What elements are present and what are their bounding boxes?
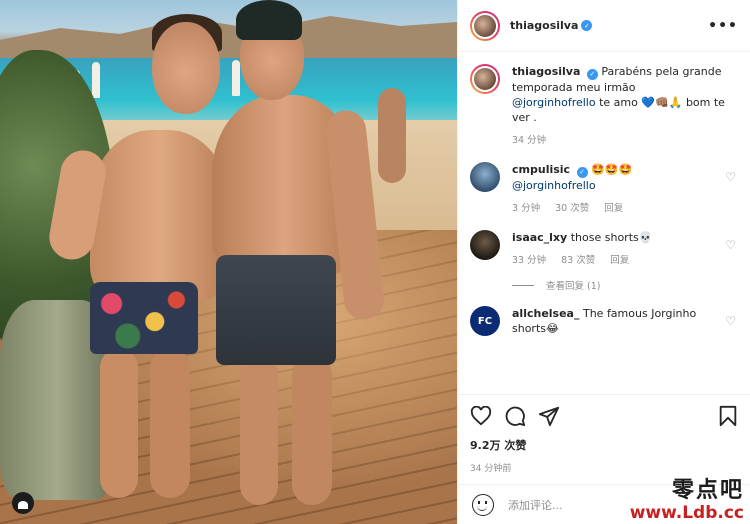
- view-replies-label[interactable]: 查看回复 (1): [546, 278, 600, 292]
- comment-time: 33 分钟: [512, 255, 547, 266]
- comment-username[interactable]: allchelsea_: [512, 307, 579, 320]
- reply-button[interactable]: 回复: [604, 203, 623, 214]
- person-right-leg: [292, 355, 332, 505]
- person-left-leg: [100, 348, 138, 498]
- likes-count[interactable]: 9.2万 次赞: [470, 437, 738, 453]
- comment: cmpulisic ✓ 🤩🤩🤩 @jorginhofrello 3 分钟 30 …: [470, 162, 736, 216]
- comment-text: those shorts💀: [570, 231, 653, 244]
- comment: FC allchelsea_ The famous Jorginho short…: [470, 306, 736, 336]
- verified-icon: ✓: [586, 69, 598, 80]
- person-left-leg: [150, 348, 190, 498]
- reply-button[interactable]: 回复: [610, 255, 629, 266]
- view-replies[interactable]: 查看回复 (1): [512, 278, 736, 292]
- tagged-user-icon[interactable]: [12, 492, 34, 514]
- heart-icon[interactable]: [470, 406, 492, 426]
- divider: [512, 284, 534, 286]
- comment-likes[interactable]: 83 次赞: [561, 255, 595, 266]
- instagram-post: thiagosilva ✓ ••• thiagosilva ✓ Parabéns…: [0, 0, 750, 524]
- watermark-logo: 零点吧: [671, 477, 744, 503]
- more-icon[interactable]: •••: [708, 18, 738, 34]
- comments-list: thiagosilva ✓ Parabéns pela grande tempo…: [458, 52, 750, 394]
- grey-shorts: [216, 255, 336, 365]
- caption-time: 34 分钟: [512, 135, 547, 146]
- watermark: 零点吧 www.Ldb.cc: [630, 472, 744, 522]
- share-icon[interactable]: [538, 405, 560, 427]
- person-left-torso: [90, 130, 230, 300]
- avatar[interactable]: [470, 230, 500, 260]
- post-photo[interactable]: [0, 0, 457, 524]
- smile-icon[interactable]: [472, 493, 494, 516]
- heart-small-icon[interactable]: ♡: [722, 162, 736, 216]
- avatar[interactable]: [470, 64, 500, 94]
- comment-time: 3 分钟: [512, 203, 541, 214]
- avatar[interactable]: [470, 162, 500, 192]
- umbrella: [92, 62, 100, 98]
- post-sidebar: thiagosilva ✓ ••• thiagosilva ✓ Parabéns…: [457, 0, 750, 524]
- floral-shorts: [90, 282, 198, 354]
- caption-username[interactable]: thiagosilva: [512, 65, 580, 78]
- comment-icon[interactable]: [504, 405, 526, 427]
- cap: [236, 0, 302, 40]
- comment-likes[interactable]: 30 次赞: [555, 203, 589, 214]
- verified-icon: ✓: [581, 20, 593, 31]
- person-left-head: [152, 22, 220, 114]
- comment-username[interactable]: isaac_lxy: [512, 231, 567, 244]
- caption-mention[interactable]: @jorginhofrello: [512, 96, 596, 109]
- background-person: [378, 88, 406, 183]
- comment: isaac_lxy those shorts💀 33 分钟 83 次赞 回复 ♡: [470, 230, 736, 268]
- post-username[interactable]: thiagosilva: [510, 19, 578, 32]
- verified-icon: ✓: [576, 167, 588, 178]
- bookmark-icon[interactable]: [718, 405, 738, 427]
- post-header: thiagosilva ✓ •••: [458, 0, 750, 52]
- avatar[interactable]: [470, 10, 500, 41]
- heart-small-icon[interactable]: ♡: [722, 306, 736, 336]
- comment-input[interactable]: 添加评论...: [508, 497, 563, 513]
- person-right-leg: [240, 355, 278, 505]
- comment-text: 🤩🤩🤩: [591, 163, 633, 176]
- heart-small-icon[interactable]: ♡: [722, 230, 736, 268]
- caption: thiagosilva ✓ Parabéns pela grande tempo…: [470, 64, 736, 148]
- watermark-url: www.Ldb.cc: [629, 503, 744, 523]
- comment-mention[interactable]: @jorginhofrello: [512, 179, 596, 192]
- avatar[interactable]: FC: [470, 306, 500, 336]
- umbrella: [232, 60, 240, 96]
- comment-username[interactable]: cmpulisic: [512, 163, 570, 176]
